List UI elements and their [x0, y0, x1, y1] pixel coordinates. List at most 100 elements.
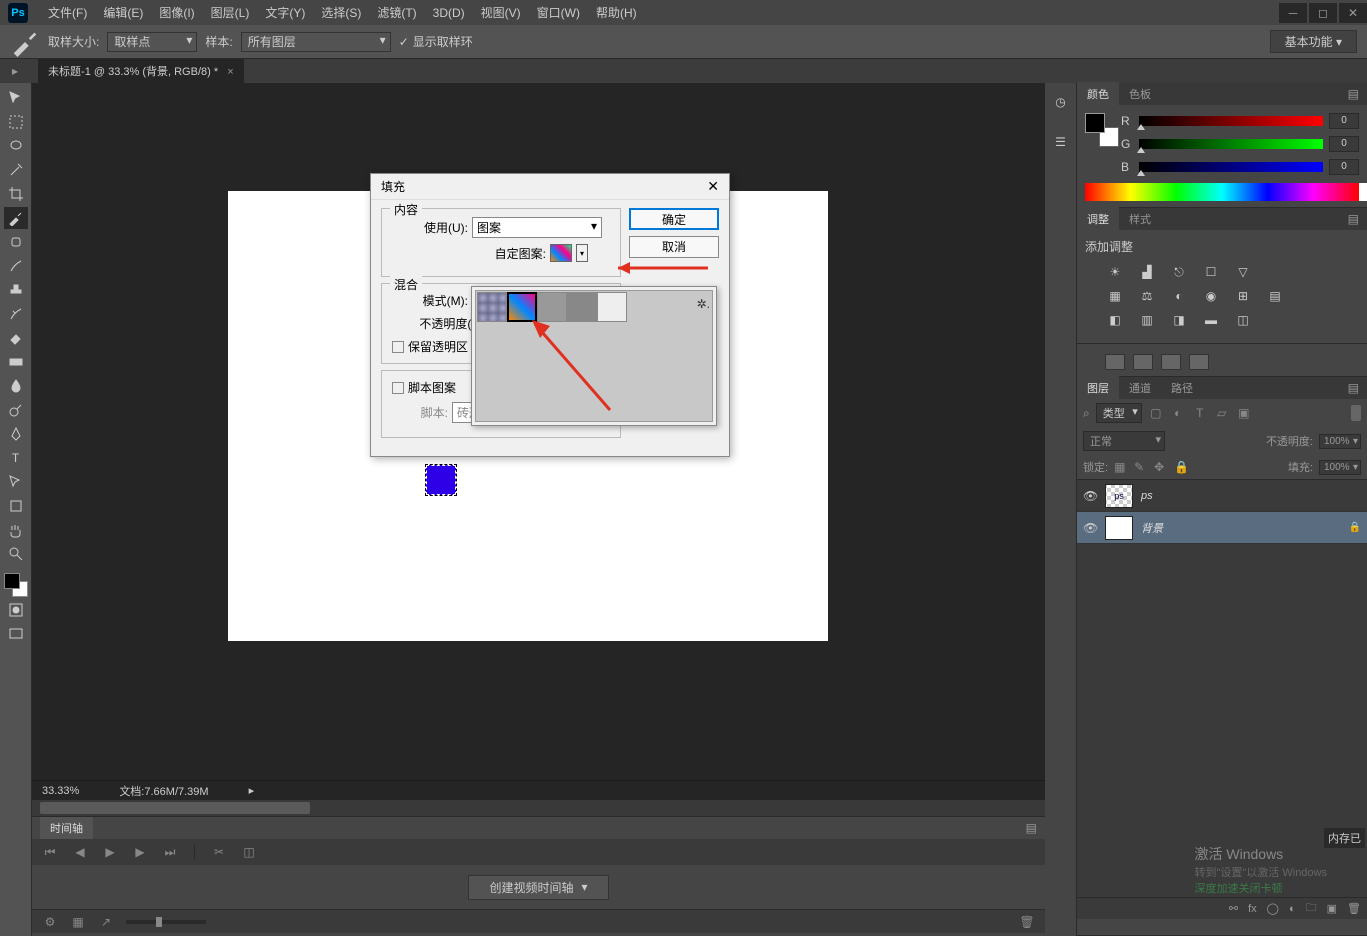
curves-icon[interactable]: ⎋: [1169, 263, 1189, 281]
status-arrow-icon[interactable]: ▸: [249, 784, 255, 797]
visibility-icon[interactable]: 👁: [1083, 521, 1097, 535]
r-value[interactable]: 0: [1329, 113, 1359, 129]
filter-image-icon[interactable]: ▢: [1148, 405, 1164, 421]
menu-layer[interactable]: 图层(L): [203, 4, 258, 21]
delete-icon[interactable]: 🗑: [1347, 902, 1361, 915]
new-layer-icon[interactable]: ▣: [1327, 902, 1337, 915]
show-ring-checkbox[interactable]: ✓ 显示取样环: [399, 33, 473, 50]
filter-shape-icon[interactable]: ▱: [1214, 405, 1230, 421]
menu-3d[interactable]: 3D(D): [425, 6, 473, 20]
layer-name[interactable]: ps: [1141, 490, 1153, 502]
hand-tool[interactable]: [4, 519, 28, 541]
scroll-thumb[interactable]: [40, 802, 310, 814]
menu-help[interactable]: 帮助(H): [588, 4, 645, 21]
menu-filter[interactable]: 滤镜(T): [369, 4, 424, 21]
cancel-button[interactable]: 取消: [629, 236, 719, 258]
hue-icon[interactable]: ▦: [1105, 287, 1125, 305]
ok-button[interactable]: 确定: [629, 208, 719, 230]
group-icon[interactable]: 🗀: [1306, 899, 1317, 918]
move-tool[interactable]: [4, 87, 28, 109]
type-tool[interactable]: T: [4, 447, 28, 469]
invert-icon[interactable]: ◧: [1105, 311, 1125, 329]
g-value[interactable]: 0: [1329, 136, 1359, 152]
marquee-tool[interactable]: [4, 111, 28, 133]
layer-row-ps[interactable]: 👁 ps: [1077, 480, 1367, 512]
photo-filter-icon[interactable]: ◉: [1201, 287, 1221, 305]
gear-icon[interactable]: ✲.: [697, 297, 710, 311]
close-button[interactable]: ✕: [1339, 3, 1367, 23]
healing-tool[interactable]: [4, 231, 28, 253]
sample-size-select[interactable]: 取样点: [107, 32, 197, 52]
minimize-button[interactable]: ─: [1279, 3, 1307, 23]
pattern-swatch[interactable]: [550, 244, 572, 262]
timeline-cut-icon[interactable]: ✂: [211, 845, 227, 859]
threshold-icon[interactable]: ◨: [1169, 311, 1189, 329]
preset-1[interactable]: [1105, 354, 1125, 370]
color-tab[interactable]: 颜色: [1077, 82, 1119, 106]
eyedropper-icon[interactable]: [10, 32, 40, 52]
color-menu-icon[interactable]: ▤: [1340, 87, 1367, 101]
timeline-convert-icon[interactable]: ▦: [70, 915, 86, 929]
pattern-item-0[interactable]: [477, 292, 507, 322]
r-slider[interactable]: [1139, 116, 1323, 126]
paths-tab[interactable]: 路径: [1161, 376, 1203, 400]
quickmask-tool[interactable]: [4, 599, 28, 621]
doc-size[interactable]: 文档:7.66M/7.39M: [119, 783, 208, 799]
layer-thumbnail[interactable]: [1105, 516, 1133, 540]
timeline-tab[interactable]: 时间轴: [40, 817, 93, 839]
color-swatches[interactable]: [4, 573, 28, 597]
styles-tab[interactable]: 样式: [1119, 207, 1161, 231]
foreground-color-swatch[interactable]: [4, 573, 20, 589]
menu-edit[interactable]: 编辑(E): [95, 4, 151, 21]
selective-icon[interactable]: ◫: [1233, 311, 1253, 329]
timeline-menu-icon[interactable]: ▤: [1026, 821, 1037, 835]
visibility-icon[interactable]: 👁: [1083, 489, 1097, 503]
layer-row-background[interactable]: 👁 背景 🔒: [1077, 512, 1367, 544]
horizontal-scrollbar[interactable]: [32, 800, 1045, 816]
layer-filter-select[interactable]: 类型: [1096, 403, 1142, 423]
timeline-trash-icon[interactable]: 🗑: [1019, 915, 1035, 929]
history-brush-tool[interactable]: [4, 303, 28, 325]
pattern-item-1-selected[interactable]: [507, 292, 537, 322]
lock-pixels-icon[interactable]: ✎: [1134, 460, 1148, 474]
menu-window[interactable]: 窗口(W): [529, 4, 588, 21]
dodge-tool[interactable]: [4, 399, 28, 421]
filter-type-icon[interactable]: T: [1192, 405, 1208, 421]
expand-tools-icon[interactable]: ▸: [12, 64, 18, 78]
filter-toggle[interactable]: [1351, 405, 1361, 421]
fx-icon[interactable]: fx: [1248, 903, 1257, 915]
b-value[interactable]: 0: [1329, 159, 1359, 175]
adjust-menu-icon[interactable]: ▤: [1340, 212, 1367, 226]
b-slider[interactable]: [1139, 162, 1323, 172]
link-icon[interactable]: ⚯: [1229, 902, 1238, 915]
mask-icon[interactable]: ◯: [1267, 902, 1279, 915]
pattern-item-4[interactable]: [597, 292, 627, 322]
timeline-zoom-slider[interactable]: [126, 920, 206, 924]
preset-4[interactable]: [1189, 354, 1209, 370]
blend-mode-select[interactable]: 正常: [1083, 431, 1165, 451]
swatches-tab[interactable]: 色板: [1119, 82, 1161, 106]
layer-thumbnail[interactable]: [1105, 484, 1133, 508]
close-tab-icon[interactable]: ×: [227, 66, 233, 78]
create-timeline-button[interactable]: 创建视频时间轴▾: [468, 875, 608, 900]
g-slider[interactable]: [1139, 139, 1323, 149]
gradient-map-icon[interactable]: ▬: [1201, 311, 1221, 329]
use-select[interactable]: 图案: [472, 217, 602, 238]
crop-tool[interactable]: [4, 183, 28, 205]
maximize-button[interactable]: ◻: [1309, 3, 1337, 23]
exposure-icon[interactable]: ☐: [1201, 263, 1221, 281]
timeline-play-icon[interactable]: ▶: [102, 845, 118, 859]
brush-tool[interactable]: [4, 255, 28, 277]
layers-tab[interactable]: 图层: [1077, 376, 1119, 400]
filter-search-icon[interactable]: ⌕: [1083, 406, 1090, 421]
channels-tab[interactable]: 通道: [1119, 376, 1161, 400]
timeline-prev-icon[interactable]: ◀: [72, 845, 88, 859]
fill-value[interactable]: 100%: [1319, 460, 1361, 475]
eraser-tool[interactable]: [4, 327, 28, 349]
screenmode-tool[interactable]: [4, 623, 28, 645]
workspace-select[interactable]: 基本功能 ▾: [1270, 30, 1357, 53]
document-tab[interactable]: 未标题-1 @ 33.3% (背景, RGB/8) * ×: [38, 59, 244, 83]
vibrance-icon[interactable]: ▽: [1233, 263, 1253, 281]
menu-view[interactable]: 视图(V): [473, 4, 529, 21]
pen-tool[interactable]: [4, 423, 28, 445]
